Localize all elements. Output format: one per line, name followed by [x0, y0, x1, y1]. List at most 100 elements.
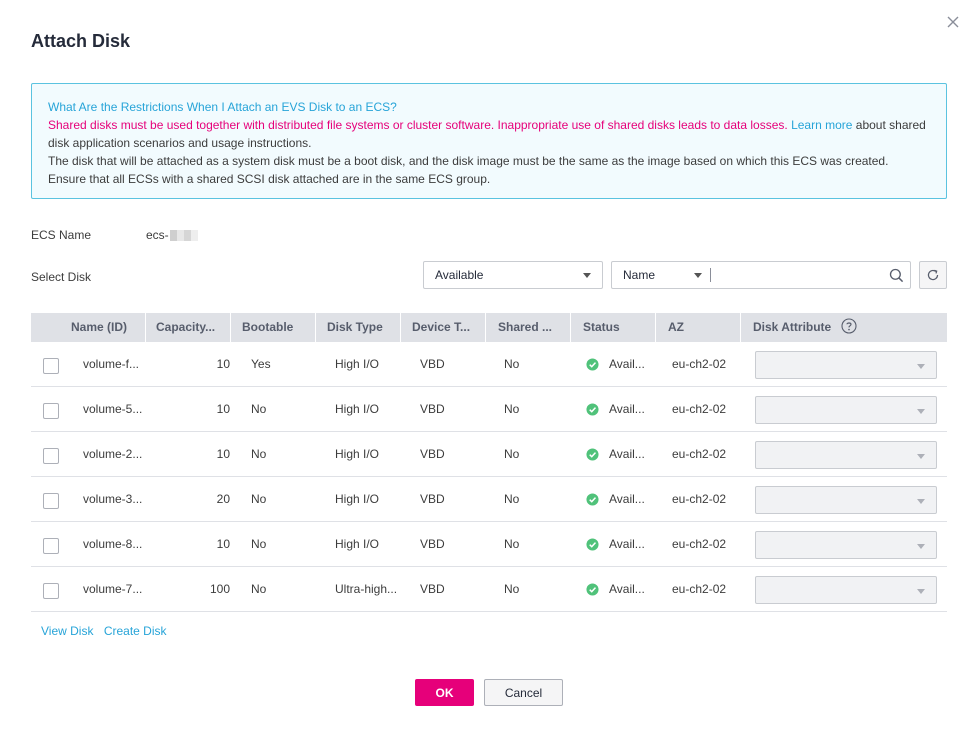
disk-type-cell: High I/O	[335, 447, 380, 461]
column-divider	[485, 313, 486, 342]
refresh-button[interactable]	[919, 261, 947, 289]
capacity-cell: 100	[209, 582, 230, 596]
table-header: Name (ID) Capacity... Bootable Disk Type…	[31, 313, 947, 342]
col-disk-attribute-label: Disk Attribute	[753, 320, 832, 334]
warning-text: Shared disks must be used together with …	[48, 118, 788, 132]
table-row[interactable]: volume-2... 10 No High I/O VBD No Avail... eu-c…	[31, 432, 947, 477]
az-cell: eu-ch2-02	[672, 492, 727, 506]
column-divider	[400, 313, 401, 342]
search-field-dropdown[interactable]: Name	[612, 262, 710, 288]
close-icon	[947, 16, 959, 28]
col-capacity[interactable]: Capacity...	[156, 313, 215, 342]
dialog-title: Attach Disk	[31, 31, 131, 51]
table-row[interactable]: volume-3... 20 No High I/O VBD No Avail... eu-c…	[31, 477, 947, 522]
disk-attribute-select[interactable]	[755, 486, 937, 514]
search-input[interactable]	[711, 262, 882, 288]
boot-disk-note: The disk that will be attached as a syst…	[48, 154, 889, 168]
table-row[interactable]: volume-7... 100 No Ultra-high... VBD No Avail.…	[31, 567, 947, 612]
check-circle-icon	[586, 583, 599, 596]
az-cell: eu-ch2-02	[672, 537, 727, 551]
cancel-button[interactable]: Cancel	[484, 679, 563, 706]
search-button[interactable]	[882, 268, 910, 283]
row-checkbox[interactable]	[43, 403, 59, 419]
column-divider	[655, 313, 656, 342]
column-divider	[230, 313, 231, 342]
search-box: Name	[611, 261, 911, 289]
capacity-cell: 10	[216, 537, 230, 551]
restrictions-question: What Are the Restrictions When I Attach …	[48, 100, 397, 114]
col-disk-attribute: Disk Attribute	[753, 313, 857, 342]
disk-attribute-select[interactable]	[755, 441, 937, 469]
disk-attribute-select[interactable]	[755, 396, 937, 424]
device-type-cell: VBD	[420, 537, 445, 551]
status-cell: Avail...	[609, 537, 645, 551]
table-row[interactable]: volume-8... 10 No High I/O VBD No Avail... eu-c…	[31, 522, 947, 567]
capacity-cell: 10	[216, 357, 230, 371]
check-circle-icon	[586, 538, 599, 551]
disk-type-cell: High I/O	[335, 537, 380, 551]
status-filter-value: Available	[435, 268, 484, 282]
disk-type-cell: Ultra-high...	[335, 582, 398, 596]
disk-attribute-select[interactable]	[755, 351, 937, 379]
table-row[interactable]: volume-f... 10 Yes High I/O VBD No Avail... eu-…	[31, 342, 947, 387]
bootable-cell: No	[251, 582, 267, 596]
row-checkbox[interactable]	[43, 448, 59, 464]
column-divider	[570, 313, 571, 342]
chevron-down-icon	[583, 272, 591, 278]
row-checkbox[interactable]	[43, 583, 59, 599]
restrictions-notice: What Are the Restrictions When I Attach …	[31, 83, 947, 199]
col-device-type[interactable]: Device T...	[412, 313, 470, 342]
disk-attribute-select[interactable]	[755, 576, 937, 604]
search-field-value: Name	[623, 268, 656, 282]
shared-disk-warning: Shared disks must be used together with …	[48, 116, 930, 152]
row-checkbox[interactable]	[43, 358, 59, 374]
az-cell: eu-ch2-02	[672, 582, 727, 596]
search-icon	[889, 268, 903, 282]
status-filter-dropdown[interactable]: Available	[423, 261, 603, 289]
chevron-down-icon	[917, 364, 925, 369]
learn-more-link[interactable]: Learn more	[791, 118, 852, 132]
col-shared[interactable]: Shared ...	[498, 313, 552, 342]
disk-name-cell: volume-5...	[83, 402, 143, 416]
col-status[interactable]: Status	[583, 313, 620, 342]
row-checkbox[interactable]	[43, 538, 59, 554]
select-disk-label: Select Disk	[31, 270, 92, 284]
col-disk-type[interactable]: Disk Type	[327, 313, 383, 342]
device-type-cell: VBD	[420, 582, 445, 596]
column-divider	[740, 313, 741, 342]
ecs-name-label: ECS Name	[31, 228, 92, 242]
status-cell: Avail...	[609, 492, 645, 506]
check-circle-icon	[586, 403, 599, 416]
capacity-cell: 10	[216, 402, 230, 416]
check-circle-icon	[586, 448, 599, 461]
col-bootable[interactable]: Bootable	[242, 313, 293, 342]
az-cell: eu-ch2-02	[672, 402, 727, 416]
device-type-cell: VBD	[420, 447, 445, 461]
help-icon[interactable]	[841, 318, 857, 334]
device-type-cell: VBD	[420, 492, 445, 506]
ok-button[interactable]: OK	[415, 679, 474, 706]
status-cell: Avail...	[609, 357, 645, 371]
view-disk-link[interactable]: View Disk	[41, 624, 93, 638]
chevron-down-icon	[917, 499, 925, 504]
col-az[interactable]: AZ	[668, 313, 684, 342]
create-disk-link[interactable]: Create Disk	[104, 624, 167, 638]
redacted-mask	[169, 229, 198, 241]
chevron-down-icon	[917, 589, 925, 594]
disk-table: Name (ID) Capacity... Bootable Disk Type…	[31, 313, 947, 612]
bootable-cell: No	[251, 537, 267, 551]
disk-name-cell: volume-7...	[83, 582, 143, 596]
az-cell: eu-ch2-02	[672, 447, 727, 461]
bootable-cell: No	[251, 447, 267, 461]
az-cell: eu-ch2-02	[672, 357, 727, 371]
column-divider	[145, 313, 146, 342]
status-cell: Avail...	[609, 402, 645, 416]
close-button[interactable]	[945, 14, 961, 30]
capacity-cell: 10	[216, 447, 230, 461]
col-name[interactable]: Name (ID)	[71, 313, 127, 342]
row-checkbox[interactable]	[43, 493, 59, 509]
table-row[interactable]: volume-5... 10 No High I/O VBD No Avail... eu-c…	[31, 387, 947, 432]
disk-attribute-select[interactable]	[755, 531, 937, 559]
disk-name-cell: volume-2...	[83, 447, 143, 461]
table-body: volume-f... 10 Yes High I/O VBD No Avail... eu-…	[31, 342, 947, 612]
